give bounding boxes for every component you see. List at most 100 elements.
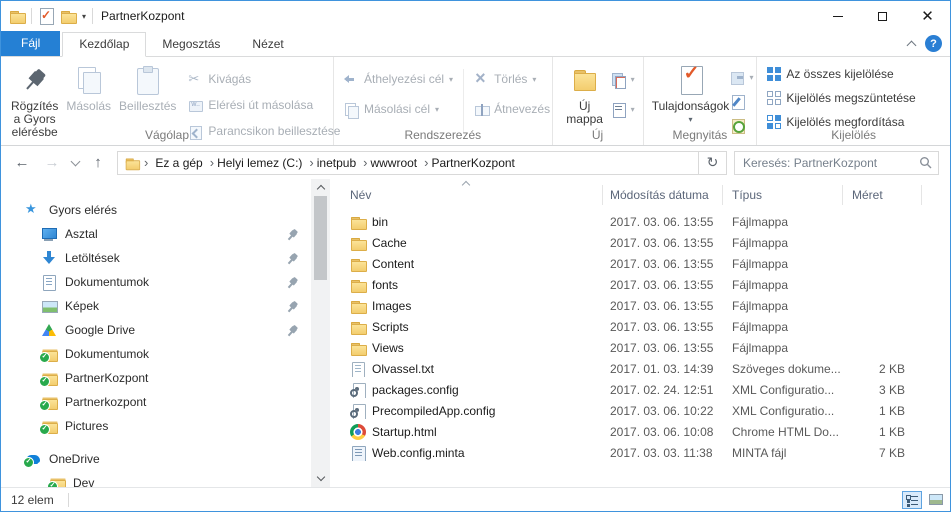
pin-icon: [283, 321, 301, 339]
delete-button[interactable]: Törlés ▾: [474, 69, 550, 89]
back-button[interactable]: ←: [7, 150, 37, 176]
move-to-icon: [344, 72, 359, 87]
file-row[interactable]: Content 2017. 03. 06. 13:55 Fájlmappa: [330, 253, 950, 274]
select-none-icon: [767, 91, 781, 105]
scroll-up-button[interactable]: [311, 179, 330, 196]
invert-selection-icon: [767, 115, 781, 129]
tab-view[interactable]: Nézet: [236, 33, 299, 56]
breadcrumb-item[interactable]: wwwroot ›: [367, 155, 428, 170]
file-row[interactable]: Olvassel.txt 2017. 01. 03. 14:39 Szövege…: [330, 358, 950, 379]
sidebar-item[interactable]: Letöltések: [1, 246, 311, 270]
sidebar-item-label: Gyors elérés: [49, 203, 117, 217]
onedrive-icon: [25, 451, 41, 467]
copy-to-button[interactable]: Másolási cél ▾: [344, 99, 453, 119]
file-row[interactable]: PrecompiledApp.config 2017. 03. 06. 10:2…: [330, 400, 950, 421]
column-header-type[interactable]: Típus: [723, 185, 843, 205]
scrollbar-thumb[interactable]: [314, 196, 327, 280]
address-folder-icon: [125, 155, 139, 169]
tab-share[interactable]: Megosztás: [146, 33, 236, 56]
file-name-label: PrecompiledApp.config: [372, 404, 495, 418]
sidebar-item[interactable]: OneDrive: [1, 447, 311, 471]
search-icon[interactable]: [919, 156, 932, 169]
breadcrumb-item[interactable]: Ez a gép ›: [152, 155, 214, 170]
sidebar-item[interactable]: Dokumentumok: [1, 270, 311, 294]
item-count-label: 12 elem: [11, 493, 54, 507]
sidebar-item[interactable]: Asztal: [1, 222, 311, 246]
file-modified-label: 2017. 03. 06. 13:55: [603, 215, 723, 229]
search-input[interactable]: [743, 156, 919, 170]
file-row[interactable]: bin 2017. 03. 06. 13:55 Fájlmappa: [330, 211, 950, 232]
qat-customize-caret-icon[interactable]: ▾: [82, 12, 86, 21]
file-row[interactable]: Views 2017. 03. 06. 13:55 Fájlmappa: [330, 337, 950, 358]
breadcrumb-item[interactable]: inetpub ›: [314, 155, 368, 170]
file-type-label: Fájlmappa: [723, 236, 843, 250]
downloads-icon: [41, 250, 57, 266]
sidebar-item[interactable]: Pictures: [1, 414, 311, 438]
minta-file-icon: [350, 445, 366, 461]
sidebar-item[interactable]: Gyors elérés: [1, 198, 311, 222]
breadcrumb-item[interactable]: Helyi lemez (C:) ›: [214, 155, 314, 170]
file-name-label: Cache: [372, 236, 407, 250]
file-size-label: 2 KB: [843, 362, 922, 376]
collapse-ribbon-icon[interactable]: [907, 40, 917, 50]
properties-check-icon: [678, 65, 704, 95]
open-button[interactable]: ▾: [730, 67, 754, 87]
close-button[interactable]: ✕: [905, 1, 950, 31]
edit-icon: [730, 94, 745, 109]
rename-button[interactable]: Átnevezés: [474, 99, 550, 119]
dropdown-caret-icon: ▾: [435, 105, 439, 114]
copy-path-button[interactable]: Elérési út másolása: [188, 95, 340, 115]
qat-new-folder-icon[interactable]: [60, 8, 76, 24]
sidebar-item[interactable]: PartnerKozpont: [1, 366, 311, 390]
column-header-modified[interactable]: Módosítás dátuma: [603, 185, 723, 205]
minimize-button[interactable]: [815, 1, 860, 31]
tab-home[interactable]: Kezdőlap: [62, 32, 146, 57]
divider: [68, 493, 69, 507]
file-row[interactable]: Images 2017. 03. 06. 13:55 Fájlmappa: [330, 295, 950, 316]
easy-access-button[interactable]: ▾: [611, 69, 635, 89]
help-icon[interactable]: ?: [925, 35, 942, 52]
column-header-size[interactable]: Méret: [843, 185, 922, 205]
new-item-button[interactable]: ▾: [611, 99, 635, 119]
breadcrumb-label: inetpub: [314, 156, 359, 170]
up-button[interactable]: ↑: [83, 150, 113, 176]
navigation-pane: Gyors elérés Asztal Letöltések Dokumentu…: [1, 179, 311, 487]
sidebar-scrollbar[interactable]: [311, 179, 330, 487]
forward-button[interactable]: →: [37, 150, 67, 176]
thumbnails-view-icon: [929, 494, 943, 505]
sidebar-item[interactable]: Partnerkozpont: [1, 390, 311, 414]
sidebar-item[interactable]: Dokumentumok: [1, 342, 311, 366]
maximize-button[interactable]: [860, 1, 905, 31]
tab-file[interactable]: Fájl: [1, 31, 60, 56]
recent-locations-button[interactable]: [67, 150, 83, 176]
file-row[interactable]: Startup.html 2017. 03. 06. 10:08 Chrome …: [330, 421, 950, 442]
file-row[interactable]: packages.config 2017. 02. 24. 12:51 XML …: [330, 379, 950, 400]
qat-properties-icon[interactable]: [38, 8, 54, 24]
sidebar-item[interactable]: Dev: [1, 471, 311, 487]
file-row[interactable]: Cache 2017. 03. 06. 13:55 Fájlmappa: [330, 232, 950, 253]
sidebar-item[interactable]: Google Drive: [1, 318, 311, 342]
select-none-button[interactable]: Kijelölés megszüntetése: [767, 88, 950, 108]
group-label-organize: Rendszerezés: [334, 128, 552, 142]
file-row[interactable]: Scripts 2017. 03. 06. 13:55 Fájlmappa: [330, 316, 950, 337]
scroll-down-button[interactable]: [311, 470, 330, 487]
breadcrumb-item[interactable]: PartnerKozpont ›: [429, 156, 518, 170]
edit-button[interactable]: [730, 91, 754, 111]
breadcrumb-label: wwwroot: [367, 156, 420, 170]
synced-folder-icon: [41, 370, 57, 386]
dropdown-caret-icon: ▾: [449, 75, 453, 84]
breadcrumb[interactable]: › Ez a gép › Helyi lemez (C:) › inetpub …: [117, 151, 699, 175]
cut-button[interactable]: Kivágás: [188, 69, 340, 89]
refresh-button[interactable]: ↻: [699, 151, 727, 175]
select-all-button[interactable]: Az összes kijelölése: [767, 64, 950, 84]
thumbnails-view-button[interactable]: [926, 491, 946, 509]
file-size-label: 1 KB: [843, 404, 922, 418]
move-to-button[interactable]: Áthelyezési cél ▾: [344, 69, 453, 89]
window-title: PartnerKozpont: [101, 9, 184, 23]
synced-folder-icon: [49, 475, 65, 487]
details-view-button[interactable]: [902, 491, 922, 509]
sidebar-item[interactable]: Képek: [1, 294, 311, 318]
file-row[interactable]: Web.config.minta 2017. 03. 03. 11:38 MIN…: [330, 442, 950, 463]
breadcrumb-label: Ez a gép: [152, 156, 205, 170]
file-row[interactable]: fonts 2017. 03. 06. 13:55 Fájlmappa: [330, 274, 950, 295]
